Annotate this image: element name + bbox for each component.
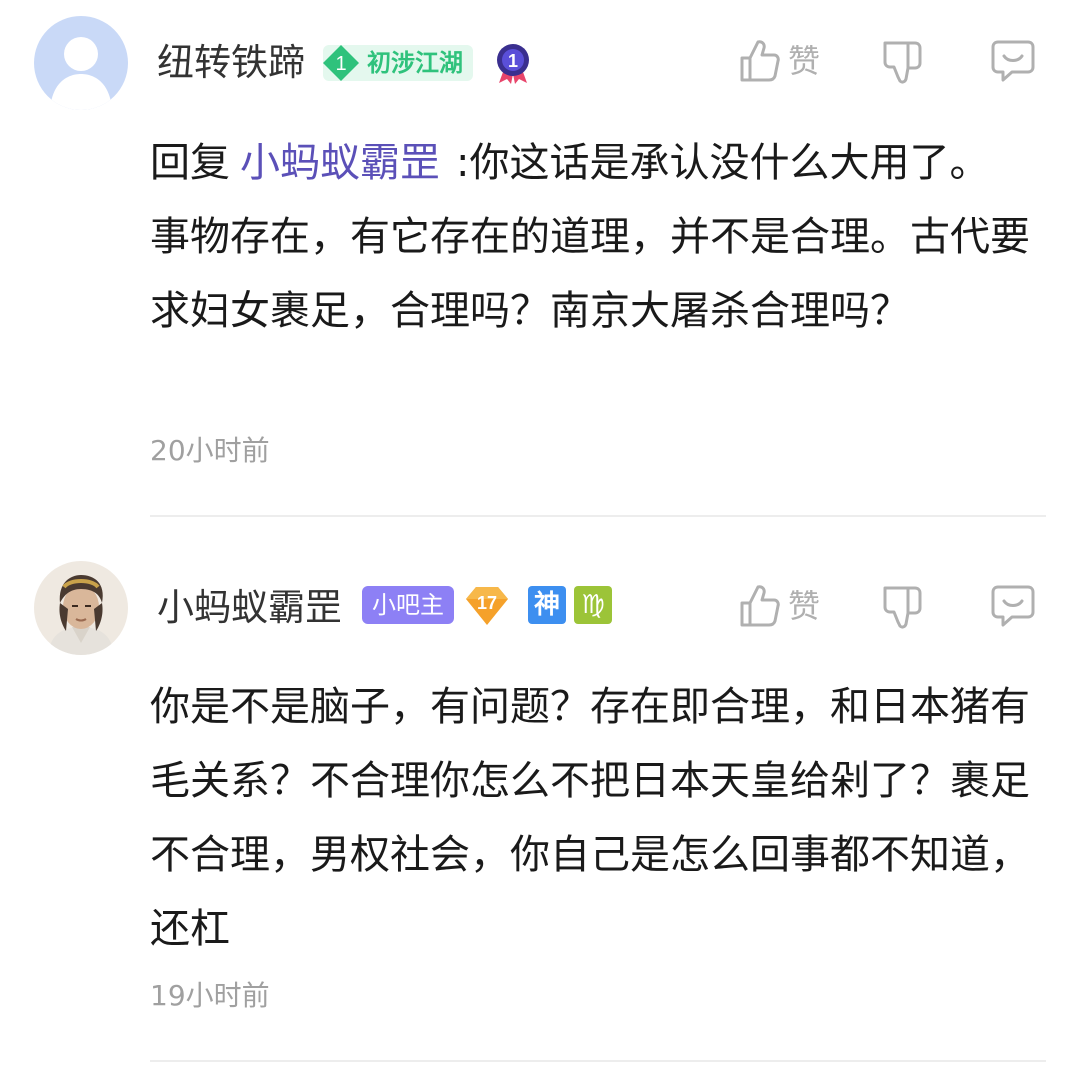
like-button[interactable]: 赞 <box>738 38 820 84</box>
svg-text:1: 1 <box>508 51 518 71</box>
owner-badge[interactable]: 小吧主 <box>362 586 454 624</box>
like-button[interactable]: 赞 <box>738 583 820 629</box>
timestamp: 19小时前 <box>150 979 270 1012</box>
comment-text: 回复 小蚂蚁霸罡:你这话是承认没什么大用了。 事物存在，有它存在的道理，并不是合理… <box>150 126 1040 348</box>
reply-button[interactable] <box>990 583 1036 629</box>
zodiac-badge[interactable]: ♍ <box>574 586 612 624</box>
comment-bubble-icon <box>991 40 1035 82</box>
dislike-button[interactable] <box>880 583 926 629</box>
thumbs-down-icon <box>883 41 922 84</box>
comment-text: 你是不是脑子，有问题？存在即合理，和日本猪有毛关系？不合理你怎么不把日本天皇给剁… <box>150 670 1040 966</box>
default-avatar-icon <box>34 16 128 110</box>
avatar[interactable] <box>34 16 128 110</box>
timestamp: 20小时前 <box>150 434 270 467</box>
mention-link[interactable]: 小蚂蚁霸罡 <box>240 140 440 186</box>
comment-bubble-icon <box>991 585 1035 627</box>
medal-icon[interactable]: 1 <box>495 42 531 84</box>
shen-badge[interactable]: 神 <box>528 586 566 624</box>
thumbs-down-icon <box>883 586 922 629</box>
level-diamond-icon: 1 <box>323 45 359 81</box>
level-title: 初涉江湖 <box>367 49 463 77</box>
level-number: 1 <box>335 53 346 75</box>
divider <box>150 515 1046 517</box>
comment-item: 小蚂蚁霸罡 小吧主 17 神 ♍ 赞 你是不是脑子，有问题？存在即合理，和日本猪… <box>0 518 1080 1062</box>
username[interactable]: 小蚂蚁霸罡 <box>157 589 342 626</box>
avatar[interactable] <box>34 561 128 655</box>
divider <box>150 1060 1046 1062</box>
portrait-avatar-icon <box>34 561 128 655</box>
user-badges: 1 初涉江湖 1 <box>323 41 531 85</box>
level-badge[interactable]: 1 初涉江湖 <box>323 45 473 81</box>
dislike-button[interactable] <box>880 38 926 84</box>
reply-prefix: 回复 <box>150 140 230 186</box>
level-number: 17 <box>477 593 497 613</box>
user-badges: 小吧主 17 神 ♍ <box>362 583 612 627</box>
comment-body: 你是不是脑子，有问题？存在即合理，和日本猪有毛关系？不合理你怎么不把日本天皇给剁… <box>150 684 1030 952</box>
like-label: 赞 <box>788 42 821 80</box>
reply-button[interactable] <box>990 38 1036 84</box>
thumbs-up-icon <box>740 40 780 82</box>
level-badge[interactable]: 17 <box>466 585 508 625</box>
like-label: 赞 <box>788 587 821 625</box>
comment-item: 纽转铁蹄 1 初涉江湖 1 赞 回复 小蚂蚁霸罡:你这话是承认没什么大用了。 … <box>0 0 1080 517</box>
username[interactable]: 纽转铁蹄 <box>157 44 305 81</box>
level-diamond-icon: 17 <box>466 587 508 625</box>
thumbs-up-icon <box>740 585 780 627</box>
